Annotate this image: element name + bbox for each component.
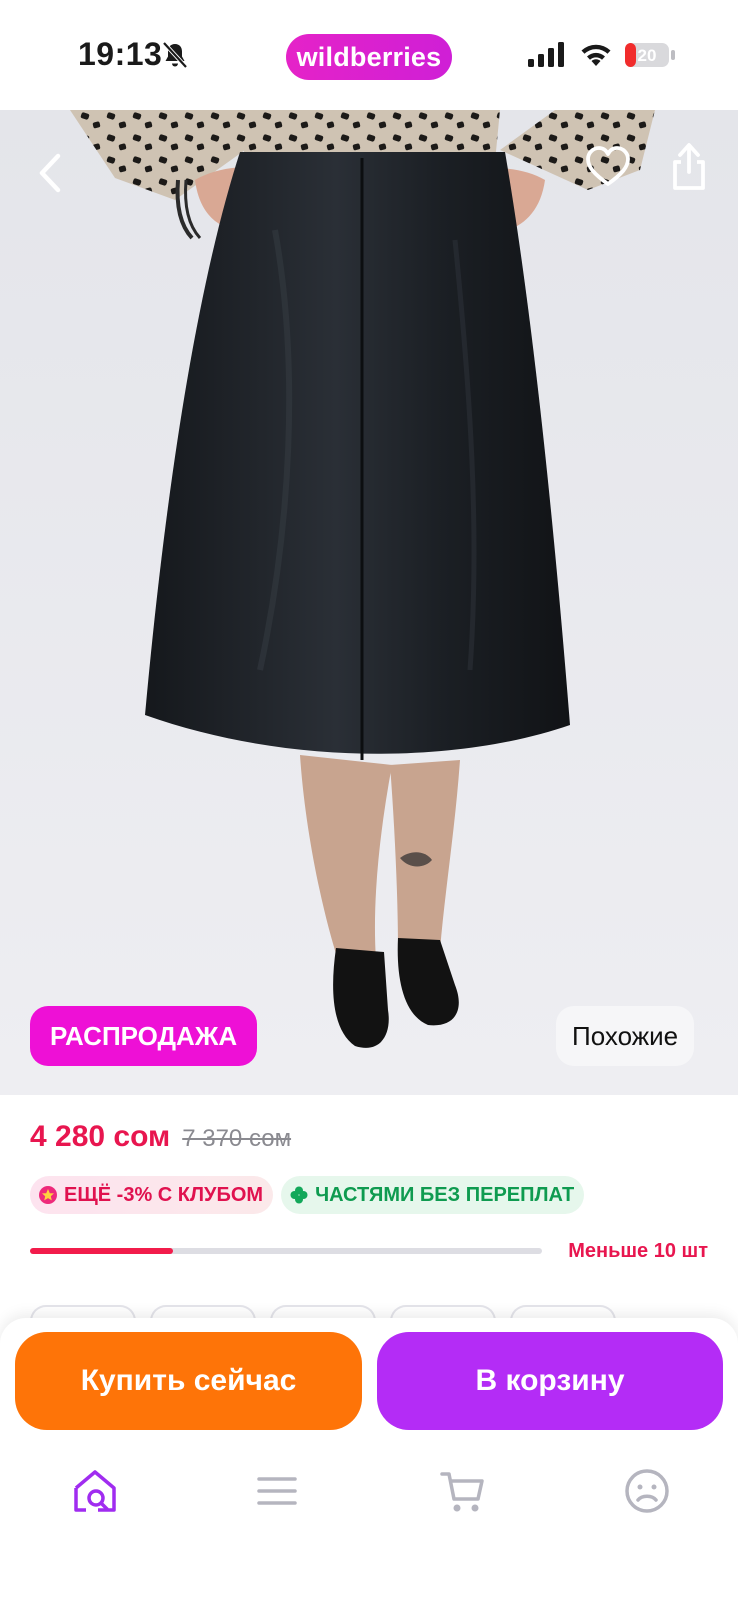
product-image-gallery[interactable]: РАСПРОДАЖА Похожие bbox=[0, 110, 738, 1095]
installments-label: ЧАСТЯМИ БЕЗ ПЕРЕПЛАТ bbox=[315, 1183, 575, 1206]
current-price: 4 280 сом bbox=[30, 1120, 171, 1153]
sale-badge: РАСПРОДАЖА bbox=[30, 1006, 258, 1066]
status-bar: 19:13 wildberries 20 bbox=[0, 0, 738, 110]
stock-progress-fill bbox=[30, 1248, 174, 1254]
back-icon[interactable] bbox=[30, 148, 70, 198]
product-photo bbox=[0, 110, 738, 1095]
share-icon[interactable] bbox=[668, 140, 710, 192]
promo-chips: ЕЩЁ -3% С КЛУБОМ ЧАСТЯМИ БЕЗ ПЕРЕПЛАТ bbox=[30, 1176, 585, 1214]
installments-chip[interactable]: ЧАСТЯМИ БЕЗ ПЕРЕПЛАТ bbox=[281, 1176, 585, 1214]
stock-label: Меньше 10 шт bbox=[568, 1240, 708, 1262]
cart-icon[interactable] bbox=[438, 1466, 488, 1516]
battery-icon: 20 bbox=[625, 43, 675, 67]
old-price: 7 370 сом bbox=[182, 1125, 292, 1152]
bell-off-icon bbox=[162, 41, 188, 69]
stock-progress-bar bbox=[30, 1248, 542, 1254]
battery-level: 20 bbox=[638, 46, 657, 65]
home-search-icon[interactable] bbox=[70, 1466, 120, 1516]
favorite-heart-icon[interactable] bbox=[584, 144, 632, 190]
similar-products-button[interactable]: Похожие bbox=[556, 1006, 695, 1066]
cellular-signal-icon bbox=[528, 42, 564, 67]
buy-now-button[interactable]: Купить сейчас bbox=[15, 1332, 362, 1430]
star-badge-icon bbox=[39, 1186, 57, 1204]
status-time: 19:13 bbox=[78, 36, 163, 72]
brand-logo: wildberries bbox=[286, 34, 452, 80]
club-discount-chip[interactable]: ЕЩЁ -3% С КЛУБОМ bbox=[30, 1176, 274, 1214]
wifi-icon bbox=[581, 44, 611, 66]
catalog-menu-icon[interactable] bbox=[252, 1466, 302, 1516]
price-row: 4 280 сом 7 370 сом bbox=[30, 1120, 291, 1154]
tab-bar bbox=[0, 1458, 738, 1548]
profile-icon[interactable] bbox=[622, 1466, 672, 1516]
club-discount-label: ЕЩЁ -3% С КЛУБОМ bbox=[64, 1183, 264, 1206]
bottom-action-sheet: Купить сейчас В корзину bbox=[0, 1318, 738, 1600]
clover-icon bbox=[290, 1186, 308, 1204]
add-to-cart-button[interactable]: В корзину bbox=[377, 1332, 723, 1430]
